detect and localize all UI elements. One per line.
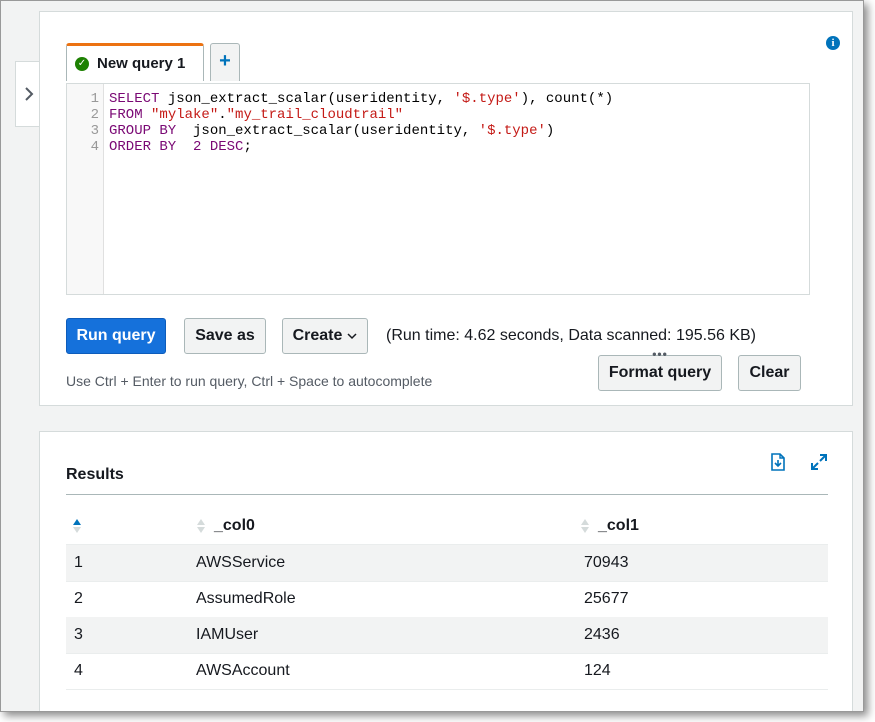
cell-col0: AssumedRole — [196, 590, 296, 607]
run-info-text: (Run time: 4.62 seconds, Data scanned: 1… — [386, 327, 756, 344]
create-dropdown-button[interactable]: Create — [282, 318, 368, 354]
sql-string: '$.type' — [478, 123, 546, 139]
side-panel-toggle[interactable] — [15, 61, 42, 127]
table-row: 2 AssumedRole 25677 — [66, 581, 828, 618]
row-index: 1 — [74, 554, 83, 571]
sql-editor[interactable]: 1 SELECT json_extract_scalar(useridentity… — [66, 83, 810, 295]
line-number: 3 — [90, 123, 99, 139]
sql-text: . — [218, 107, 227, 123]
expand-icon[interactable] — [809, 452, 829, 472]
cell-col0: AWSAccount — [196, 662, 290, 679]
add-tab-button[interactable]: + — [210, 43, 240, 81]
code-text: ORDER BY 2 DESC; — [109, 139, 252, 155]
results-title: Results — [66, 466, 124, 483]
more-dots-icon: ••• — [652, 347, 668, 361]
format-query-button[interactable]: ••• Format query — [598, 347, 722, 391]
download-csv-icon[interactable] — [768, 452, 788, 472]
results-divider — [66, 494, 828, 495]
tab-label: New query 1 — [97, 55, 186, 72]
code-line: 3 GROUP BY json_extract_scalar(useridenti… — [67, 123, 807, 139]
chevron-down-icon — [347, 333, 357, 340]
format-query-label: Format query — [608, 364, 712, 381]
column-header-col1[interactable]: _col1 — [580, 508, 639, 544]
sql-string: "mylake" — [151, 107, 219, 123]
sql-keyword: 2 DESC — [193, 139, 244, 155]
sql-text: ; — [243, 139, 252, 155]
chevron-right-icon — [25, 87, 34, 101]
cell-col0: IAMUser — [196, 626, 259, 643]
sql-text: json_extract_scalar(useridentity, — [159, 91, 454, 107]
sql-keyword: ORDER BY — [109, 139, 177, 155]
row-index: 4 — [74, 662, 83, 679]
query-editor-panel: i ✓ New query 1 + 1 SELECT json_extract_s… — [39, 11, 853, 406]
table-row: 1 AWSService 70943 — [66, 545, 828, 582]
cell-col1: 70943 — [584, 554, 629, 571]
run-query-button[interactable]: Run query — [66, 318, 166, 354]
sql-keyword: FROM — [109, 107, 143, 123]
line-number: 2 — [90, 107, 99, 123]
sort-icon — [197, 519, 205, 533]
check-circle-icon: ✓ — [75, 56, 89, 71]
code-line: 4 ORDER BY 2 DESC; — [67, 139, 807, 155]
tab-new-query-1[interactable]: ✓ New query 1 — [66, 43, 204, 81]
sort-icon — [581, 519, 589, 533]
sql-text: json_extract_scalar(useridentity, — [176, 123, 479, 139]
code-text: FROM "mylake"."my_trail_cloudtrail" — [109, 107, 403, 123]
row-index: 3 — [74, 626, 83, 643]
column-header-col0[interactable]: _col0 — [196, 508, 255, 544]
cell-col1: 2436 — [584, 626, 620, 643]
code-text: SELECT json_extract_scalar(useridentity,… — [109, 91, 613, 107]
column-header-label: _col0 — [214, 517, 255, 534]
athena-query-window: i ✓ New query 1 + 1 SELECT json_extract_s… — [0, 0, 864, 712]
line-number: 4 — [90, 139, 99, 155]
column-header-label: _col1 — [598, 517, 639, 534]
sql-string: '$.type' — [453, 91, 521, 107]
info-icon[interactable]: i — [826, 36, 840, 50]
sql-keyword: SELECT — [109, 91, 160, 107]
sql-text: ), count(*) — [520, 91, 614, 107]
code-line: 2 FROM "mylake"."my_trail_cloudtrail" — [67, 107, 807, 123]
cell-col1: 124 — [584, 662, 611, 679]
clear-button[interactable]: Clear — [738, 355, 801, 391]
results-table-header: _col0 _col1 — [66, 508, 828, 545]
line-number: 1 — [90, 91, 99, 107]
sort-ascending-icon — [73, 519, 81, 533]
code-text: GROUP BY json_extract_scalar(useridentit… — [109, 123, 554, 139]
cell-col0: AWSService — [196, 554, 286, 571]
sql-string: "my_trail_cloudtrail" — [226, 107, 404, 123]
table-row: 3 IAMUser 2436 — [66, 617, 828, 654]
sql-text: ) — [545, 123, 555, 139]
row-index: 2 — [74, 590, 83, 607]
cell-col1: 25677 — [584, 590, 629, 607]
results-panel: Results _col0 _col1 1 AWSService 70943 2… — [39, 431, 853, 711]
sql-keyword: GROUP BY — [109, 123, 177, 139]
code-line: 1 SELECT json_extract_scalar(useridentity… — [67, 91, 807, 107]
table-row: 4 AWSAccount 124 — [66, 653, 828, 690]
sort-index-column[interactable] — [72, 508, 90, 544]
keyboard-hint: Use Ctrl + Enter to run query, Ctrl + Sp… — [66, 373, 433, 389]
create-label: Create — [292, 327, 343, 344]
save-as-button[interactable]: Save as — [184, 318, 266, 354]
